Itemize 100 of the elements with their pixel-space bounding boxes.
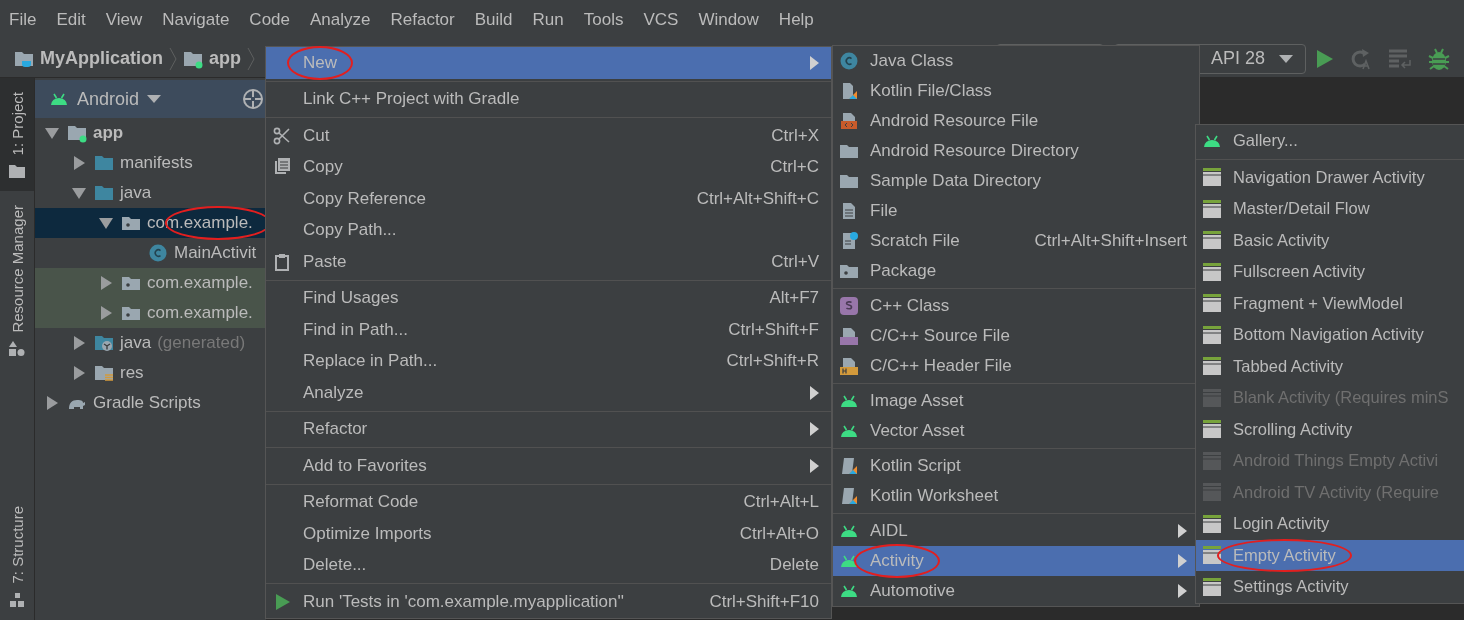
tree-row[interactable]: MainActivit [35,238,266,268]
menu-item[interactable]: Fullscreen Activity [1196,256,1464,288]
menu-item[interactable]: Master/Detail Flow [1196,193,1464,225]
menu-bar-item[interactable]: VCS [643,10,679,30]
tree-row[interactable]: java [35,178,266,208]
menu-item[interactable]: Navigation Drawer Activity [1196,161,1464,193]
tree-item-label: com.example. [147,273,253,293]
menu-item[interactable]: Paste Ctrl+V [266,246,831,278]
menu-item[interactable]: Android Resource Directory [833,136,1199,166]
expand-arrow-icon[interactable] [72,336,86,350]
menu-item[interactable]: Refactor [266,413,831,445]
menu-item[interactable]: Kotlin Script [833,451,1199,481]
menu-item[interactable]: Copy Reference Ctrl+Alt+Shift+C [266,183,831,215]
menu-item[interactable]: C/C++ Header File [833,351,1199,381]
menu-item[interactable]: File [833,196,1199,226]
tree-row[interactable]: manifests [35,148,266,178]
menu-item[interactable]: Vector Asset [833,416,1199,446]
menu-item[interactable]: Kotlin Worksheet [833,481,1199,511]
menu-bar-item[interactable]: Build [474,10,513,30]
menu-item[interactable]: Analyze [266,377,831,409]
menu-item[interactable]: C++ Class [833,291,1199,321]
menu-item[interactable]: Add to Favorites [266,450,831,482]
menu-item[interactable]: Automotive [833,576,1199,606]
shortcut-label: Ctrl+X [771,125,819,146]
menu-item[interactable]: Copy Ctrl+C [266,151,831,183]
menu-item[interactable]: Package [833,256,1199,286]
tree-item-label: MainActivit [174,243,257,263]
tree-row[interactable]: com.example. [35,268,266,298]
shortcut-label: Ctrl+Shift+R [726,351,819,372]
menu-item[interactable]: Scratch File Ctrl+Alt+Shift+Insert [833,226,1199,256]
menu-item[interactable]: Android Resource File [833,106,1199,136]
menu-bar-item[interactable]: File [9,10,37,30]
breadcrumb-item[interactable]: app [209,48,242,69]
menu-item[interactable]: Image Asset [833,386,1199,416]
menu-bar-item[interactable]: Refactor [390,10,455,30]
menu-bar-item[interactable]: Navigate [162,10,230,30]
scissors-icon [272,125,292,146]
menu-bar-item[interactable]: Edit [56,10,86,30]
crosshair-icon[interactable] [242,88,264,110]
menu-item[interactable]: Tabbed Activity [1196,350,1464,382]
kotlin-script-icon [839,486,859,506]
bug-icon[interactable] [1428,46,1450,71]
run-icon[interactable] [1316,48,1334,69]
tree-row[interactable]: res [35,358,266,388]
menu-item[interactable]: Sample Data Directory [833,166,1199,196]
menu-item[interactable]: Replace in Path... Ctrl+Shift+R [266,345,831,377]
expand-arrow-icon[interactable] [99,216,113,230]
menu-item[interactable]: Bottom Navigation Activity [1196,319,1464,351]
tool-window-tab[interactable]: 7: Structure [0,492,34,620]
menu-item[interactable]: Basic Activity [1196,224,1464,256]
expand-arrow-icon[interactable] [72,366,86,380]
activity-template-icon [1202,167,1222,188]
menu-bar-item[interactable]: Tools [583,10,624,30]
menu-item[interactable]: Settings Activity [1196,571,1464,603]
menu-bar-item[interactable]: Window [698,10,759,30]
tree-row[interactable]: com.example. [35,298,266,328]
menu-item[interactable]: Kotlin File/Class [833,76,1199,106]
activity-template-icon [1202,513,1222,534]
expand-arrow-icon[interactable] [99,276,113,290]
expand-arrow-icon[interactable] [45,126,59,140]
caret-icon [1279,53,1293,64]
menu-item[interactable]: Cut Ctrl+X [266,120,831,152]
menu-item[interactable]: Find Usages Alt+F7 [266,282,831,314]
tree-item-label: res [120,363,144,383]
kotlin-script-icon [839,456,859,476]
tree-item-label: app [93,123,124,143]
menu-item[interactable]: Run 'Tests in 'com.example.myapplication'' Ctrl+Shift+F10 [266,586,831,618]
class-icon [839,51,859,71]
expand-arrow-icon[interactable] [99,306,113,320]
menu-item[interactable]: Find in Path... Ctrl+Shift+F [266,314,831,346]
menu-item[interactable]: Fragment + ViewModel [1196,287,1464,319]
activity-template-icon [1202,198,1222,219]
tree-row[interactable]: java (generated) [35,328,266,358]
expand-arrow-icon[interactable] [72,156,86,170]
menu-item[interactable]: Copy Path... [266,214,831,246]
menu-item[interactable]: Scrolling Activity [1196,413,1464,445]
tree-row[interactable]: Gradle Scripts [35,388,266,418]
menu-item[interactable]: Delete... Delete [266,549,831,581]
module-folder-icon [67,123,87,143]
menu-bar-item[interactable]: View [105,10,143,30]
view-dropdown[interactable]: Android [77,88,140,110]
expand-arrow-icon[interactable] [45,396,59,410]
menu-item[interactable]: Reformat Code Ctrl+Alt+L [266,486,831,518]
menu-bar-item[interactable]: Code [249,10,290,30]
tree-row[interactable]: app [35,118,266,148]
menu-item[interactable]: C/C++ Source File [833,321,1199,351]
menu-bar-item[interactable]: Run [532,10,564,30]
menu-bar-item[interactable]: Help [778,10,814,30]
expand-arrow-icon[interactable] [72,186,86,200]
breadcrumb-item[interactable]: MyApplication [40,48,163,69]
menu-item[interactable]: Gallery... [1196,125,1464,157]
tool-window-tab[interactable]: Resource Manager [0,191,34,369]
tree-item-suffix: (generated) [157,333,246,353]
menu-item[interactable]: Link C++ Project with Gradle [266,83,831,115]
menu-item[interactable]: Optimize Imports Ctrl+Alt+O [266,518,831,550]
chevron-icon [247,46,256,71]
menu-item[interactable]: AIDL [833,516,1199,546]
menu-item[interactable]: Login Activity [1196,508,1464,540]
tool-window-tab[interactable]: 1: Project [0,78,34,192]
menu-bar-item[interactable]: Analyze [310,10,371,30]
